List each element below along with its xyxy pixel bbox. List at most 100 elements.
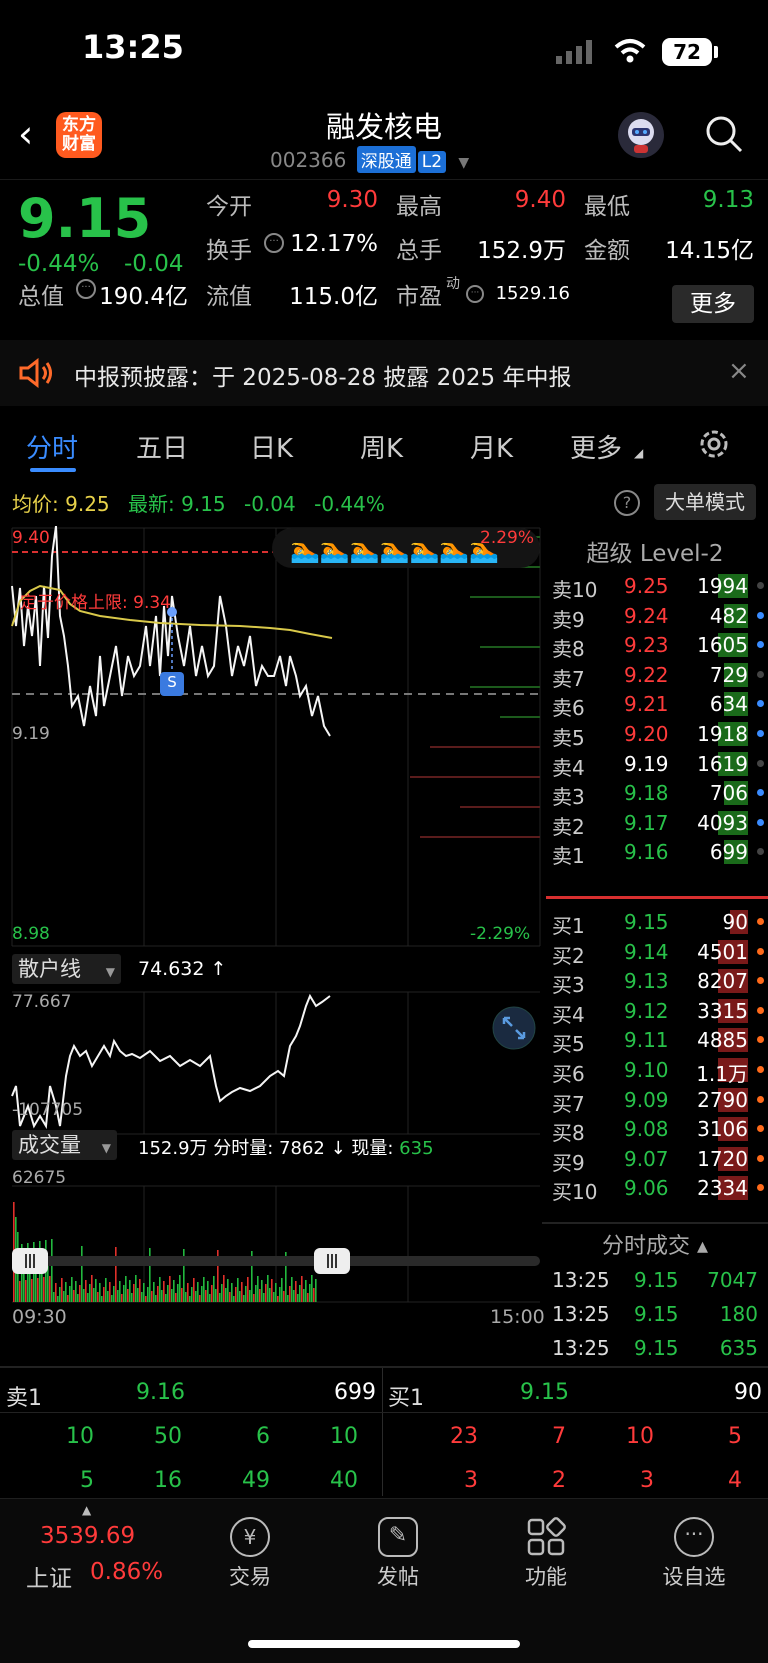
ask-row[interactable]: 卖7 9.22 729 — [542, 659, 768, 691]
level-dot — [757, 700, 764, 708]
volume-bar — [267, 1275, 269, 1302]
level-dot — [757, 1095, 764, 1103]
ask-row[interactable]: 卖5 9.20 1918 — [542, 718, 768, 750]
volume-bar — [63, 1291, 65, 1302]
level-price: 9.10 — [624, 1058, 669, 1082]
ask-row[interactable]: 卖4 9.19 1619 — [542, 748, 768, 780]
volume-bar — [275, 1283, 277, 1302]
pe-dots-icon[interactable]: ··· — [466, 285, 484, 303]
volume-label: 总手 — [396, 238, 442, 264]
bid-row[interactable]: 买2 9.14 4501 — [542, 936, 768, 968]
nav-trade[interactable]: ¥ 交易 — [200, 1517, 300, 1591]
volume-bar — [107, 1291, 109, 1302]
volume-bar — [163, 1281, 165, 1302]
tab-daily-k[interactable]: 日K — [250, 428, 293, 465]
volume-bar — [169, 1276, 171, 1302]
index-value[interactable]: 3539.69 — [40, 1523, 135, 1549]
latest-change: -0.04 — [244, 492, 296, 516]
sell-marker[interactable]: S — [164, 673, 180, 691]
ask-row[interactable]: 卖3 9.18 706 — [542, 777, 768, 809]
tab-more[interactable]: 更多 — [570, 428, 622, 465]
stock-code-row[interactable]: 002366 深股通 L2 ▼ — [270, 146, 469, 173]
tab-monthly-k[interactable]: 月K — [470, 428, 513, 465]
level-volume: 706 — [709, 781, 748, 806]
volume-bar — [51, 1239, 53, 1302]
level-price: 9.15 — [624, 910, 669, 934]
nav-post[interactable]: ✎ 发帖 — [348, 1517, 448, 1591]
bid-row[interactable]: 买5 9.11 4885 — [542, 1024, 768, 1056]
volume-info-text: 152.9万 分时量: 7862 ↓ 现量: — [138, 1138, 394, 1159]
volume-bar — [117, 1290, 119, 1302]
bid-row[interactable]: 买7 9.09 2790 — [542, 1084, 768, 1116]
volume-bar — [191, 1287, 193, 1302]
intraday-chart[interactable]: 🏊🏊🏊🏊🏊🏊🏊 — [0, 526, 542, 1326]
volume-bar — [75, 1281, 77, 1302]
volume-bar — [143, 1283, 145, 1302]
level-price: 9.12 — [624, 998, 669, 1023]
queue-volume: 10 — [66, 1424, 94, 1449]
notice-bar[interactable]: 中报预披露：于 2025-08-28 披露 2025 年中报 × — [0, 340, 768, 406]
volume-bar — [273, 1292, 275, 1302]
volume-bar — [133, 1284, 135, 1302]
avg-price-row: 均价: 9.25 最新: 9.15 -0.04 -0.44% — [12, 488, 385, 517]
level-volume: 2790 — [697, 1087, 748, 1112]
level-dot — [757, 947, 764, 955]
help-icon[interactable]: ? — [614, 490, 640, 516]
bid-row[interactable]: 买3 9.13 8207 — [542, 965, 768, 997]
volume-bar — [135, 1275, 137, 1302]
bid-row[interactable]: 买9 9.07 1720 — [542, 1143, 768, 1175]
bid-row[interactable]: 买6 9.10 1.1万 — [542, 1054, 768, 1086]
bid-row[interactable]: 买8 9.08 3106 — [542, 1113, 768, 1145]
volume-bar — [153, 1282, 155, 1302]
mcap-dots-icon[interactable]: ··· — [76, 279, 96, 299]
ask-row[interactable]: 卖6 9.21 634 — [542, 688, 768, 720]
ask-row[interactable]: 卖9 9.24 482 — [542, 600, 768, 632]
nav-function[interactable]: 功能 — [496, 1517, 596, 1591]
volume-bar — [83, 1289, 85, 1302]
indicator-selector[interactable]: 散户线 ▼ — [12, 954, 121, 984]
volume-bar — [127, 1289, 129, 1302]
volume-bar — [89, 1284, 91, 1302]
ask-row[interactable]: 卖2 9.17 4093 — [542, 807, 768, 839]
volume-bar — [57, 1296, 59, 1302]
bid-row[interactable]: 买10 9.06 2334 — [542, 1172, 768, 1204]
bid-row[interactable]: 买1 9.15 90 — [542, 906, 768, 938]
index-label: 上证 — [26, 1566, 72, 1592]
volume-bar — [219, 1293, 221, 1302]
level-dot — [757, 1154, 764, 1162]
tab-intraday[interactable]: 分时 — [26, 428, 78, 465]
bid-row[interactable]: 买4 9.12 3315 — [542, 995, 768, 1027]
tab-five-day[interactable]: 五日 — [136, 428, 188, 465]
robot-assistant-icon[interactable] — [618, 112, 664, 158]
ask-row[interactable]: 卖10 9.25 1994 — [542, 570, 768, 602]
queue-volume: 49 — [242, 1468, 270, 1493]
level-price: 9.19 — [624, 751, 669, 776]
orderbook-title[interactable]: 超级 Level-2 — [542, 534, 768, 568]
queue-volume: 50 — [154, 1424, 182, 1449]
gear-icon[interactable] — [696, 426, 732, 462]
volume-selector[interactable]: 成交量 ▼ — [12, 1130, 117, 1160]
search-icon[interactable] — [704, 114, 744, 154]
queue-volume: 40 — [330, 1468, 358, 1493]
ask-row[interactable]: 卖1 9.16 699 — [542, 836, 768, 868]
ask-row[interactable]: 卖8 9.23 1605 — [542, 629, 768, 661]
stock-code: 002366 — [270, 148, 347, 172]
nav-watchlist[interactable]: ··· 设自选 — [644, 1517, 744, 1591]
volume-bar — [215, 1289, 217, 1302]
svg-text:🏊🏊🏊🏊🏊🏊🏊: 🏊🏊🏊🏊🏊🏊🏊 — [290, 536, 499, 564]
more-button[interactable]: 更多 — [672, 285, 754, 323]
close-icon[interactable]: × — [728, 356, 750, 386]
battery-indicator: 72 — [662, 38, 712, 66]
volume-bar — [99, 1283, 101, 1302]
volume-bar — [245, 1286, 247, 1302]
tab-weekly-k[interactable]: 周K — [360, 428, 403, 465]
bottom-mid-divider — [382, 1368, 383, 1496]
tick-title[interactable]: 分时成交 ▴ — [542, 1228, 768, 1260]
wifi-icon — [614, 39, 646, 63]
indicator-value: 74.632 ↑ — [138, 958, 227, 980]
nav-function-label: 功能 — [525, 1565, 567, 1589]
queue-volume: 7 — [552, 1424, 566, 1449]
big-order-mode-button[interactable]: 大单模式 — [654, 484, 756, 520]
tag-l2: L2 — [417, 151, 447, 173]
volume-bar — [101, 1296, 103, 1302]
